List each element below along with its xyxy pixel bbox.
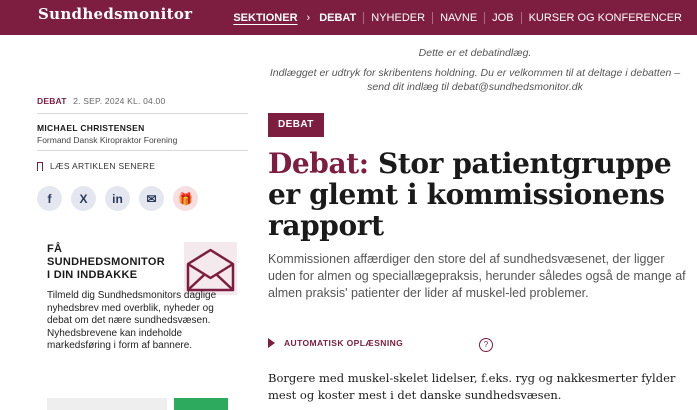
article-category-badge[interactable]: DEBAT [268,113,324,137]
nav-job[interactable]: JOB [484,11,520,24]
chevron-right-icon: › [306,11,311,24]
newsletter-email-input[interactable] [47,398,167,410]
mail-icon[interactable]: ✉ [139,186,164,211]
envelope-icon [184,242,237,295]
article-body: Borgere med muskel-skelet lidelser, f.ek… [268,371,676,402]
read-later-button[interactable]: LÆS ARTIKLEN SENERE [37,161,155,171]
headline-keyword: Debat: [268,147,369,180]
nav-nyheder[interactable]: NYHEDER [363,11,432,24]
author-role: Formand Dansk Kiropraktor Forening [37,135,178,145]
nav-kurser[interactable]: KURSER OG KONFERENCER [520,11,689,24]
notice-line-1: Dette er et debatindlæg. [418,47,532,59]
newsletter-description: Tilmeld dig Sundhedsmonitors daglige nyh… [47,290,217,351]
divider [37,150,248,151]
notice-line-2: Indlægget er udtryk for skribentens hold… [268,66,682,94]
play-icon [268,338,275,348]
article-meta: DEBAT 2. SEP. 2024 KL. 04.00 [37,96,165,106]
main-nav: SEKTIONER › DEBAT NYHEDER NAVNE JOB KURS… [226,0,689,35]
newsletter-signup-button[interactable] [174,398,228,410]
debate-notice: Dette er et debatindlæg. Indlægget er ud… [268,46,682,94]
author-name[interactable]: MICHAEL CHRISTENSEN [37,123,145,133]
divider [37,113,248,114]
notice-email-link[interactable]: debat@sundhedsmonitor.dk [452,81,583,93]
meta-date: 2. SEP. 2024 KL. 04.00 [73,96,166,106]
nav-sektioner[interactable]: SEKTIONER [226,12,304,24]
linkedin-icon[interactable]: in [105,186,130,211]
article-lead: Kommissionen affærdiger den store del af… [268,252,686,300]
gift-icon[interactable]: 🎁 [173,186,198,211]
automatic-reading-button[interactable]: AUTOMATISK OPLÆSNING [268,338,403,348]
share-buttons: f X in ✉ 🎁 [37,186,198,211]
nav-navne[interactable]: NAVNE [432,11,484,24]
newsletter-title-line: I DIN INDBAKKE [47,269,138,281]
audio-label: AUTOMATISK OPLÆSNING [284,338,404,348]
top-navigation-bar: Sundhedsmonitor SEKTIONER › DEBAT NYHEDE… [0,0,697,35]
nav-debat[interactable]: DEBAT [312,12,363,24]
newsletter-title-line: SUNDHEDSMONITOR [47,256,165,268]
read-later-label: LÆS ARTIKLEN SENERE [50,161,156,171]
article-headline: Debat: Stor patientgruppe er glemt i kom… [268,148,688,241]
newsletter-title-line: FÅ [47,243,63,255]
help-icon[interactable]: ? [479,338,493,352]
facebook-icon[interactable]: f [37,186,62,211]
bookmark-icon [37,161,43,171]
meta-category[interactable]: DEBAT [37,96,67,106]
newsletter-title: FÅ SUNDHEDSMONITOR I DIN INDBAKKE [47,243,165,282]
site-logo[interactable]: Sundhedsmonitor [38,5,192,23]
x-icon[interactable]: X [71,186,96,211]
